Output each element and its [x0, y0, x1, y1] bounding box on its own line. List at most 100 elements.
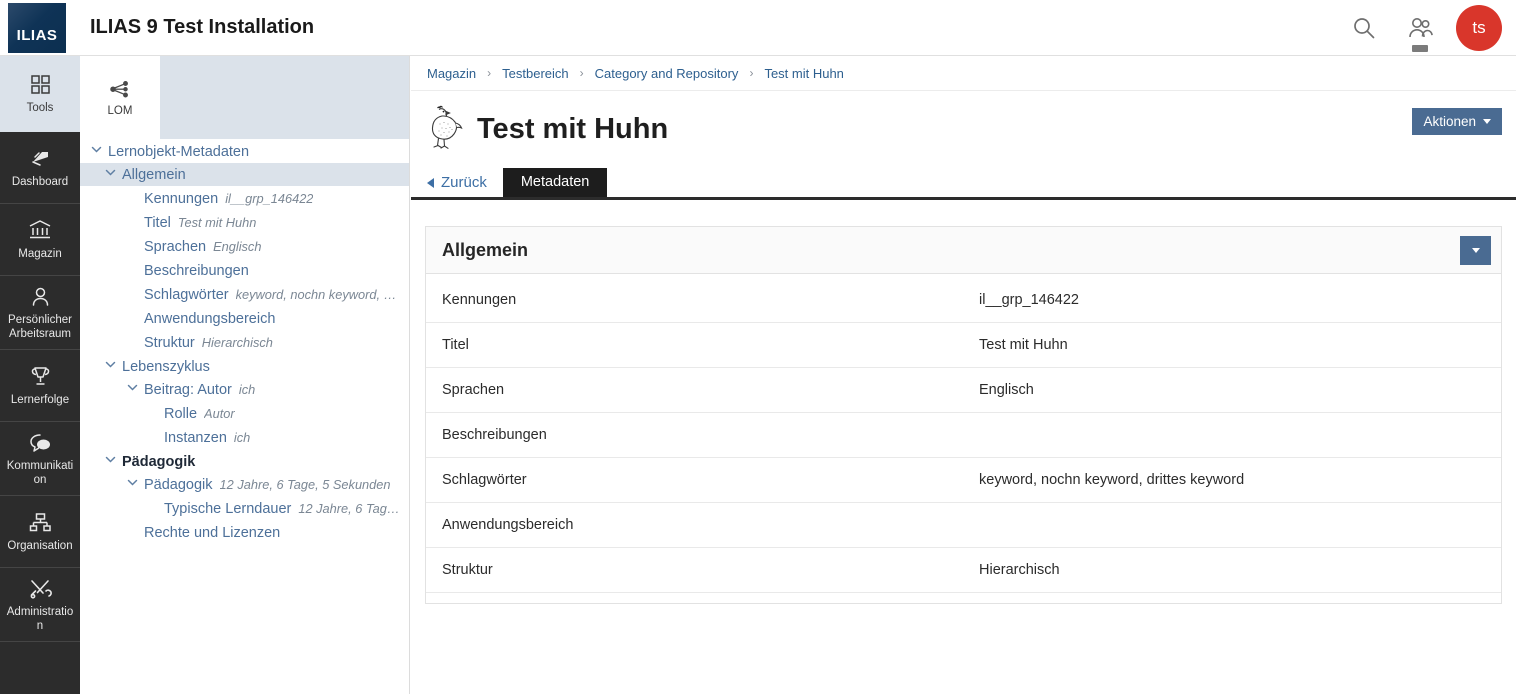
- tree-item[interactable]: Allgemein: [80, 162, 409, 186]
- tree-item-label: Beschreibungen: [144, 263, 249, 279]
- metadata-key: Schlagwörter: [442, 472, 527, 488]
- bank-icon: [28, 219, 52, 241]
- chevron-down-icon[interactable]: [124, 381, 140, 395]
- tree-item[interactable]: Titel Test mit Huhn: [80, 210, 409, 234]
- tree-item-value: 12 Jahre, 6 Tage, 5 Sekunden: [219, 477, 391, 492]
- chevron-down-icon[interactable]: [102, 357, 118, 371]
- tree-item[interactable]: Schlagwörter keyword, nochn keyword, drit…: [80, 282, 409, 306]
- tree-item-label: Rechte und Lizenzen: [144, 525, 281, 541]
- panel-collapse-button[interactable]: [1460, 235, 1491, 265]
- tree-item[interactable]: Rolle Autor: [80, 401, 409, 425]
- table-row: Kennungen il__grp_146422: [426, 278, 1501, 323]
- tree-item-label: Titel: [144, 215, 171, 231]
- sidebar-item-magazin[interactable]: Magazin: [0, 204, 80, 276]
- tree-item[interactable]: Struktur Hierarchisch: [80, 330, 409, 354]
- chevron-left-icon: [427, 177, 434, 188]
- tree-item[interactable]: Lernobjekt-Metadaten: [80, 139, 409, 163]
- tree-item-label: Pädagogik: [122, 453, 196, 470]
- sidebar-item-personal-workspace[interactable]: Persönlicher Arbeitsraum: [0, 276, 80, 351]
- breadcrumb: Magazin › Testbereich › Category and Reposit…: [411, 56, 1516, 91]
- sidebar-item-organisation[interactable]: Organisation: [0, 496, 80, 569]
- breadcrumb-item[interactable]: Magazin: [427, 66, 476, 81]
- tree-item[interactable]: Anwendungsbereich: [80, 306, 409, 330]
- tree-item[interactable]: Instanzen ich: [80, 425, 409, 449]
- tree-item-value: keyword, nochn keyword, drittes ke...: [235, 287, 401, 302]
- dashboard-icon: [29, 147, 52, 169]
- metadata-panel-title: Allgemein: [442, 239, 529, 260]
- metadata-value: keyword, nochn keyword, drittes keyword: [979, 472, 1245, 488]
- search-button[interactable]: [1336, 0, 1392, 56]
- tree-item-label: Allgemein: [122, 167, 186, 183]
- orgchart-icon: [29, 511, 52, 533]
- chevron-down-icon[interactable]: [124, 476, 140, 490]
- metadata-panel: Allgemein Kennungen il__grp_146422 Titel Te…: [425, 226, 1502, 604]
- back-link-label: Zurück: [441, 174, 487, 191]
- breadcrumb-item[interactable]: Category and Repository: [595, 66, 739, 81]
- table-row: Anwendungsbereich: [426, 503, 1501, 548]
- tree-item[interactable]: Pädagogik: [80, 449, 409, 473]
- search-icon: [1351, 15, 1377, 41]
- sidebar-item-label: Magazin: [18, 247, 62, 260]
- tab-bar: Zurück Metadaten: [411, 168, 1516, 200]
- tab-metadaten[interactable]: Metadaten: [502, 168, 608, 197]
- sidebar-item-administration[interactable]: Administration: [0, 568, 80, 643]
- actions-button[interactable]: Aktionen: [1412, 108, 1502, 135]
- chevron-down-icon[interactable]: [102, 452, 118, 466]
- metadata-key: Struktur: [442, 562, 493, 578]
- tree-item-label: Instanzen: [164, 430, 227, 446]
- back-link[interactable]: Zurück: [427, 174, 503, 197]
- sidebar-item-label: Kommunikation: [6, 460, 74, 487]
- sidebar-item-communication[interactable]: Kommunikation: [0, 422, 80, 497]
- tree-item[interactable]: Kennungen il__grp_146422: [80, 186, 409, 210]
- chevron-down-icon[interactable]: [88, 142, 104, 156]
- table-row: Beschreibungen: [426, 413, 1501, 458]
- metadata-key: Kennungen: [442, 292, 517, 308]
- people-active-indicator: [1412, 45, 1428, 52]
- tree-item-value: ich: [238, 382, 256, 397]
- table-row: Schlagwörter keyword, nochn keyword, drit…: [426, 458, 1501, 503]
- sidebar-item-tools[interactable]: Tools: [0, 56, 80, 132]
- tree-item-label: Rolle: [164, 406, 198, 422]
- user-list-button[interactable]: [1392, 0, 1448, 56]
- tree-item[interactable]: Beschreibungen: [80, 258, 409, 282]
- tree-item[interactable]: Beitrag: Autor ich: [80, 378, 409, 402]
- tree-item-value: Test mit Huhn: [177, 215, 257, 230]
- avatar[interactable]: ts: [1456, 5, 1502, 51]
- tools-icon: [29, 577, 52, 599]
- main-navigation-bar: Tools Dashboard Magazin Persönlicher Arb…: [0, 56, 80, 694]
- tree-item-label: Schlagwörter: [144, 287, 229, 303]
- ilias-logo[interactable]: ILIAS: [8, 3, 66, 53]
- breadcrumb-separator: ›: [579, 66, 584, 80]
- tree-item[interactable]: Rechte und Lizenzen: [80, 520, 409, 544]
- tree-item-value: Englisch: [213, 239, 262, 254]
- metadata-key: Beschreibungen: [442, 427, 547, 443]
- tree-item[interactable]: Lebenszyklus: [80, 354, 409, 378]
- tool-tab-lom[interactable]: LOM: [80, 56, 160, 139]
- breadcrumb-item[interactable]: Testbereich: [502, 66, 568, 81]
- sidebar-item-label: Lernerfolge: [10, 394, 70, 407]
- chevron-down-icon[interactable]: [102, 166, 118, 180]
- tree-item-value: il__grp_146422: [225, 191, 314, 206]
- sidebar-item-dashboard[interactable]: Dashboard: [0, 132, 80, 204]
- metadata-key: Sprachen: [442, 382, 505, 398]
- hen-icon: [427, 105, 463, 153]
- tree-item[interactable]: Typische Lerndauer 12 Jahre, 6 Tage, 5 Se…: [80, 496, 409, 520]
- tree-item-value: ich: [233, 430, 251, 445]
- breadcrumb-separator: ›: [487, 66, 492, 80]
- breadcrumb-separator: ›: [749, 66, 754, 80]
- sidebar-item-learning-progress[interactable]: Lernerfolge: [0, 350, 80, 423]
- sidebar-item-label: Persönlicher Arbeitsraum: [8, 314, 72, 341]
- breadcrumb-item[interactable]: Test mit Huhn: [764, 66, 843, 81]
- tree-item[interactable]: Sprachen Englisch: [80, 234, 409, 258]
- tree-item[interactable]: Pädagogik 12 Jahre, 6 Tage, 5 Sekunden: [80, 473, 409, 497]
- tree-item-label: Lebenszyklus: [122, 358, 210, 375]
- tool-tab-label: LOM: [107, 105, 133, 117]
